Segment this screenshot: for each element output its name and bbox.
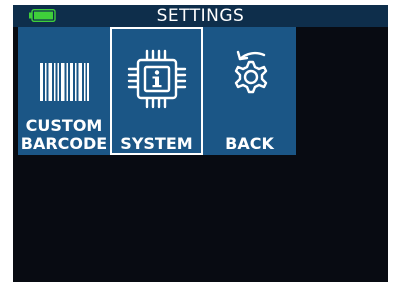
- system-button[interactable]: SYSTEM: [110, 27, 203, 155]
- custom-barcode-label-line2: BARCODE: [20, 134, 108, 153]
- custom-barcode-label: CUSTOM BARCODE: [18, 117, 110, 153]
- gear-back-arrow-icon: [234, 50, 267, 94]
- barcode-icon: [40, 63, 89, 101]
- custom-barcode-label-line1: CUSTOM: [25, 116, 103, 135]
- header-bar: SETTINGS: [13, 5, 388, 27]
- custom-barcode-button[interactable]: CUSTOM BARCODE: [18, 27, 110, 155]
- device-screen: SETTINGS CUSTOM BARCODE SYSTEM BACK: [13, 5, 388, 282]
- back-button[interactable]: BACK: [203, 27, 296, 155]
- system-label: SYSTEM: [120, 134, 193, 153]
- chip-info-icon: [127, 49, 186, 109]
- back-label: BACK: [225, 134, 274, 153]
- page-title: SETTINGS: [156, 6, 245, 26]
